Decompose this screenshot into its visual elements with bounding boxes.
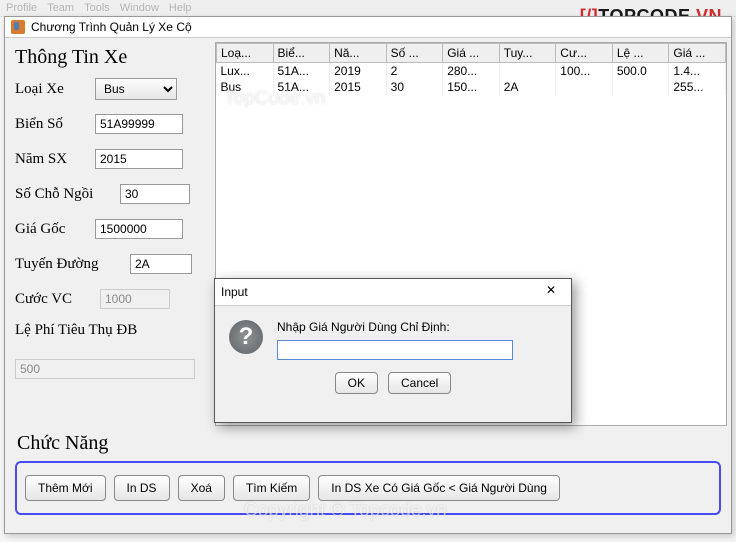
input-socho[interactable]	[120, 184, 190, 204]
col-header[interactable]: Giá ...	[669, 44, 726, 63]
label-cuoc: Cước VC	[15, 291, 90, 308]
btn-inds-filter[interactable]: In DS Xe Có Giá Gốc < Giá Người Dùng	[318, 475, 560, 501]
label-loaixe: Loại Xe	[15, 81, 85, 98]
btn-timkiem[interactable]: Tìm Kiếm	[233, 475, 310, 501]
data-table[interactable]: Loạ...Biể...Nă...Số ...Giá ...Tuy...Cư..…	[216, 43, 726, 95]
select-loaixe[interactable]: Bus	[95, 78, 177, 100]
java-icon	[11, 20, 25, 34]
dialog-close-button[interactable]: ✕	[537, 283, 565, 301]
col-header[interactable]: Nă...	[330, 44, 387, 63]
col-header[interactable]: Số ...	[386, 44, 443, 63]
label-namsx: Năm SX	[15, 151, 85, 168]
dialog-cancel-button[interactable]: Cancel	[388, 372, 451, 394]
input-cuoc	[100, 289, 170, 309]
input-lephi	[15, 359, 195, 379]
table-row[interactable]: Bus51A...201530150...2A255...	[217, 79, 726, 95]
label-giagoc: Giá Gốc	[15, 221, 85, 238]
dialog-input[interactable]	[277, 340, 513, 360]
info-title: Thông Tin Xe	[15, 42, 207, 77]
dialog-title-text: Input	[221, 285, 248, 299]
col-header[interactable]: Lệ ...	[612, 44, 669, 63]
input-tuyen[interactable]	[130, 254, 192, 274]
input-dialog: Input ✕ ? Nhập Giá Người Dùng Chỉ Định: …	[214, 278, 572, 423]
col-header[interactable]: Tuy...	[499, 44, 556, 63]
col-header[interactable]: Biể...	[273, 44, 330, 63]
functions-title: Chức Năng	[5, 428, 731, 461]
form-panel: Thông Tin Xe Loại Xe Bus Biển Số Năm SX …	[7, 40, 215, 426]
label-tuyen: Tuyến Đường	[15, 256, 120, 273]
col-header[interactable]: Giá ...	[443, 44, 500, 63]
col-header[interactable]: Loạ...	[217, 44, 274, 63]
btn-xoa[interactable]: Xoá	[178, 475, 225, 501]
label-lephi: Lệ Phí Tiêu Thụ ĐB	[15, 322, 137, 338]
input-giagoc[interactable]	[95, 219, 183, 239]
main-window: Chương Trình Quản Lý Xe Cộ Thông Tin Xe …	[4, 16, 732, 534]
dialog-ok-button[interactable]: OK	[335, 372, 378, 394]
window-title: Chương Trình Quản Lý Xe Cộ	[31, 20, 192, 34]
dialog-prompt: Nhập Giá Người Dùng Chỉ Định:	[277, 320, 513, 334]
window-titlebar: Chương Trình Quản Lý Xe Cộ	[5, 17, 731, 38]
label-bienso: Biển Số	[15, 116, 85, 133]
input-namsx[interactable]	[95, 149, 183, 169]
label-socho: Số Chỗ Ngồi	[15, 186, 110, 203]
btn-themmoi[interactable]: Thêm Mới	[25, 475, 106, 501]
col-header[interactable]: Cư...	[556, 44, 613, 63]
table-row[interactable]: Lux...51A...20192280...100...500.01.4...	[217, 63, 726, 80]
question-icon: ?	[229, 320, 263, 354]
functions-panel: Thêm Mới In DS Xoá Tìm Kiếm In DS Xe Có …	[15, 461, 721, 515]
btn-inds[interactable]: In DS	[114, 475, 170, 501]
input-bienso[interactable]	[95, 114, 183, 134]
